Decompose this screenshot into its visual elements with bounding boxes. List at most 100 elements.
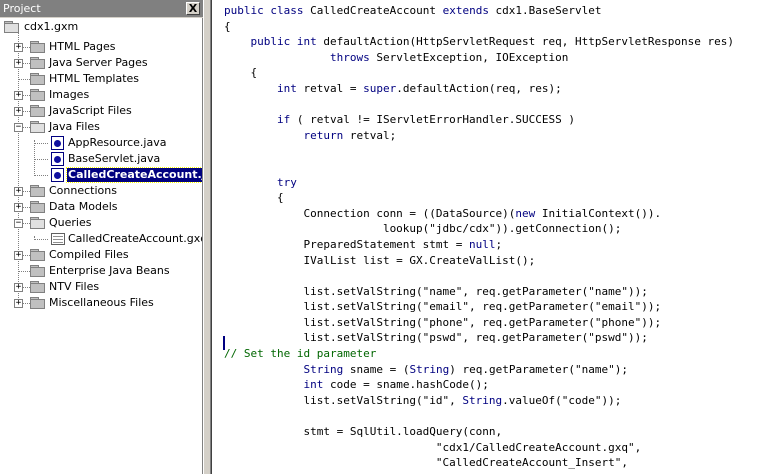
project-tree[interactable]: cdx1.gxm + HTML Pages + Java Server Page… [0, 18, 203, 474]
code-line: try [276, 175, 297, 189]
code-line: String sname = (String) req.getParameter… [303, 362, 629, 376]
folder-icon [30, 185, 46, 197]
tree-item-label[interactable]: Images [49, 88, 89, 102]
tree-item-calledcreateaccount-gxq[interactable]: CalledCreateAccount.gxq [0, 231, 202, 247]
tree-item-html-templates[interactable]: HTML Templates [0, 71, 202, 87]
close-button[interactable]: X [186, 2, 200, 15]
tree-item-data-models[interactable]: + Data Models [0, 199, 202, 215]
tree-item-java-server-pages[interactable]: + Java Server Pages [0, 55, 202, 71]
folder-icon [30, 281, 46, 293]
code-line: IValList list = GX.CreateValList(); [224, 253, 536, 267]
tree-item-miscellaneous-files[interactable]: + Miscellaneous Files [0, 295, 202, 311]
panel-titlebar: Project X [0, 0, 203, 17]
tree-item-appresource-java[interactable]: AppResource.java [0, 135, 202, 151]
folder-open-icon [30, 217, 46, 229]
folder-icon [30, 201, 46, 213]
tree-item-label[interactable]: HTML Templates [49, 72, 139, 86]
tree-item-label[interactable]: Connections [49, 184, 117, 198]
folder-icon [30, 57, 46, 69]
tree-item-label[interactable]: Compiled Files [49, 248, 129, 262]
java-file-icon [51, 136, 64, 150]
tree-item-label[interactable]: Java Server Pages [49, 56, 148, 70]
query-file-icon [51, 233, 65, 245]
folder-icon [30, 105, 46, 117]
code-line: public int defaultAction(HttpServletRequ… [250, 35, 734, 49]
folder-icon [30, 249, 46, 261]
code-line: if ( retval != IServletErrorHandler.SUCC… [276, 113, 576, 127]
expand-icon[interactable]: + [14, 251, 23, 260]
java-file-icon [51, 168, 64, 182]
code-line: list.setValString("name", req.getParamet… [224, 284, 648, 298]
expand-icon[interactable]: + [14, 187, 23, 196]
code-line: { [224, 191, 284, 205]
code-line: throws ServletException, IOException [329, 50, 569, 64]
tree-item-ntv-files[interactable]: + NTV Files [0, 279, 202, 295]
code-line: { [224, 66, 258, 80]
expand-icon[interactable]: + [14, 107, 23, 116]
code-line: lookup("jdbc/cdx")).getConnection(); [224, 222, 622, 236]
code-line: Connection conn = ((DataSource)(new Init… [224, 206, 662, 220]
tree-item-label[interactable]: NTV Files [49, 280, 99, 294]
tree-item-label[interactable]: Data Models [49, 200, 118, 214]
tree-item-compiled-files[interactable]: + Compiled Files [0, 247, 202, 263]
tree-item-connections[interactable]: + Connections [0, 183, 202, 199]
expand-icon[interactable]: + [14, 91, 23, 100]
expand-icon[interactable]: + [14, 299, 23, 308]
tree-item-label[interactable]: Enterprise Java Beans [49, 264, 170, 278]
collapse-icon[interactable]: − [14, 123, 23, 132]
folder-icon [30, 265, 46, 277]
expand-icon[interactable]: + [14, 43, 23, 52]
code-line: list.setValString("phone", req.getParame… [224, 315, 662, 329]
tree-item-label[interactable]: AppResource.java [68, 136, 166, 150]
java-file-icon [51, 152, 64, 166]
code-line: list.setValString("pswd", req.getParamet… [224, 331, 648, 345]
panel-splitter[interactable] [203, 0, 211, 474]
code-editor[interactable]: public class CalledCreateAccount extends… [211, 0, 765, 474]
code-line: int code = sname.hashCode(); [303, 378, 489, 392]
folder-icon [30, 297, 46, 309]
tree-item-javascript-files[interactable]: + JavaScript Files [0, 103, 202, 119]
code-line: list.setValString("id", String.valueOf("… [224, 393, 622, 407]
code-line: stmt = SqlUtil.loadQuery(conn, [224, 425, 503, 439]
code-line: list.setValString("email", req.getParame… [224, 300, 662, 314]
tree-item-enterprise-java-beans[interactable]: Enterprise Java Beans [0, 263, 202, 279]
folder-icon [30, 73, 46, 85]
panel-title: Project [3, 2, 41, 15]
code-line: // Set the id parameter [224, 347, 377, 361]
folder-open-icon [30, 121, 46, 133]
tree-item-html-pages[interactable]: + HTML Pages [0, 39, 202, 55]
tree-item-java-files[interactable]: − Java Files [0, 119, 202, 135]
code-line: int retval = super.defaultAction(req, re… [276, 81, 562, 95]
tree-item-baseservlet-java[interactable]: BaseServlet.java [0, 151, 202, 167]
expand-icon[interactable]: + [14, 283, 23, 292]
tree-item-label[interactable]: Java Files [49, 120, 100, 134]
tree-item-label[interactable]: CalledCreateAccount.gxq [68, 232, 202, 246]
code-line: return retval; [303, 128, 397, 142]
collapse-icon[interactable]: − [14, 219, 23, 228]
tree-item-label[interactable]: Queries [49, 216, 91, 230]
folder-icon [30, 41, 46, 53]
tree-item-label-selected[interactable]: CalledCreateAccount.ja [66, 167, 202, 183]
code-text[interactable]: public class CalledCreateAccount extends… [224, 3, 734, 474]
code-line: PreparedStatement stmt = null; [224, 237, 503, 251]
tree-item-label[interactable]: Miscellaneous Files [49, 296, 154, 310]
tree-item-label[interactable]: BaseServlet.java [68, 152, 160, 166]
folder-icon [30, 89, 46, 101]
tree-item-calledcreateaccount-java[interactable]: CalledCreateAccount.ja [0, 167, 202, 183]
tree-root[interactable]: cdx1.gxm [0, 19, 202, 35]
tree-item-queries[interactable]: − Queries [0, 215, 202, 231]
text-caret [223, 336, 225, 350]
expand-icon[interactable]: + [14, 59, 23, 68]
tree-item-label[interactable]: JavaScript Files [49, 104, 132, 118]
tree-root-label[interactable]: cdx1.gxm [24, 20, 78, 34]
expand-icon[interactable]: + [14, 203, 23, 212]
tree-item-label[interactable]: HTML Pages [49, 40, 115, 54]
code-line: "cdx1/CalledCreateAccount.gxq", [224, 440, 642, 454]
project-panel: Project X cdx1.gxm + HTML Pages + Java S… [0, 0, 203, 474]
folder-open-icon [4, 21, 20, 33]
tree-item-images[interactable]: + Images [0, 87, 202, 103]
